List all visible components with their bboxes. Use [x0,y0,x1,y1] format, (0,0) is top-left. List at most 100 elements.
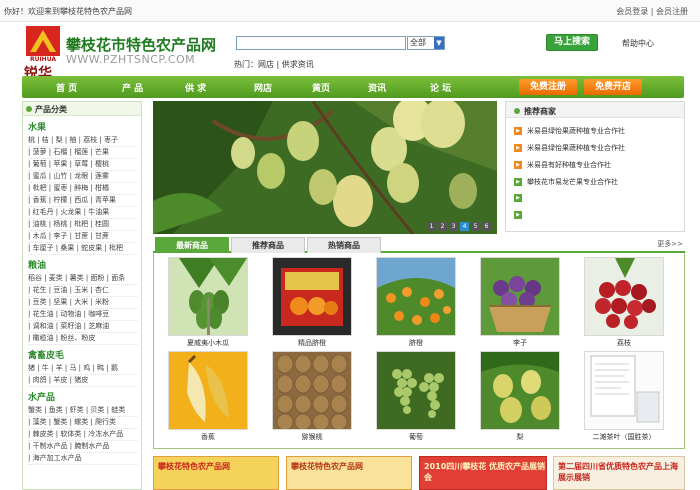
category-row[interactable]: | 菠萝 | 石榴 | 榴莲 | 芒果 [28,147,138,159]
tab-latest[interactable]: 最新商品 [155,237,229,253]
category-row[interactable]: | 花生 | 豆油 | 玉米 | 杏仁 [28,285,138,297]
sidebar-title: 产品分类 [35,105,67,114]
slide-dot-2[interactable]: 2 [438,222,447,231]
product-image[interactable] [376,257,456,336]
category-row[interactable]: | 橄榄油 | 粉丝、粉皮 [28,333,138,345]
category-row[interactable]: | 枇杷 | 蜜枣 | 醉梅 | 柑橘 [28,183,138,195]
product-image[interactable] [584,351,664,430]
search-select-value: 全部 [410,38,426,47]
orange-box-image [273,258,351,335]
slide-dot-4[interactable]: 4 [460,222,469,231]
category-heading-fruit[interactable]: 水果 [28,120,46,133]
product-image[interactable] [584,257,664,336]
slide-dot-5[interactable]: 5 [471,222,480,231]
tab-hot[interactable]: 热销商品 [307,237,381,253]
nav-forum[interactable]: 论 坛 [430,81,451,94]
category-row[interactable]: | 香蕉 | 柠檬 | 西瓜 | 青苹果 [28,195,138,207]
product-name[interactable]: 脐橙 [376,338,456,348]
site-url: WWW.PZHTSNCP.COM [66,53,196,66]
tab-recommended[interactable]: 推荐商品 [231,237,305,253]
product-image[interactable] [272,257,352,336]
rec-item[interactable]: ▶ 米易县有好种植专业合作社 [514,160,611,170]
rec-item[interactable]: ▶ 米易县绿怡果蔬种植专业合作社 [514,143,625,153]
category-row[interactable]: | 藻类 | 蟹类 | 螺类 | 爬行类 [28,417,138,429]
top-links: 会员登录 | 会员注册 [616,6,688,17]
search-input[interactable] [236,36,406,50]
rec-item[interactable]: ▶ 米易县绿怡果蔬种植专业合作社 [514,126,625,136]
product-image[interactable] [480,257,560,336]
nav-products[interactable]: 产 品 [122,81,143,94]
product-image[interactable] [376,351,456,430]
product-image[interactable] [480,351,560,430]
product-name[interactable]: 二滩茶叶（国胜茶） [584,432,664,442]
category-row[interactable]: | 车厘子 | 桑果 | 蛇皮果 | 枇杷 [28,243,138,255]
rec-item[interactable]: ▶ 攀枝花市易龙芒果专业合作社 [514,177,618,187]
nav-supply[interactable]: 供 求 [185,81,206,94]
register-link[interactable]: 会员注册 [656,7,688,16]
mango-tree-image [153,101,497,234]
category-row[interactable]: 蟹类 | 鱼类 | 虾类 | 贝类 | 蛙类 [28,405,138,417]
product-name[interactable]: 李子 [480,338,560,348]
search-button[interactable]: 马上搜索 [546,34,598,51]
rec-item[interactable]: ▶ [514,211,527,219]
top-bar: 你好！欢迎来到攀枝花特色农产品网 会员登录 | 会员注册 [0,0,700,22]
ad-banner[interactable]: 攀枝花特色农产品网 [153,456,279,490]
category-row[interactable]: | 木瓜 | 李子 | 甘蔗 | 甘蔗 [28,231,138,243]
ad-banner[interactable]: 第二届四川省优质特色农产品上海展示展销 [553,456,685,490]
category-row[interactable]: | 红毛丹 | 火龙果 | 牛油果 [28,207,138,219]
product-image[interactable] [272,351,352,430]
hot-link-shop[interactable]: 网店 [258,60,274,69]
product-name[interactable]: 葡萄 [376,432,456,442]
category-row[interactable]: | 海产加工水产品 [28,453,138,465]
banner-slideshow[interactable]: 123456 [153,101,497,234]
ad-banner[interactable]: 2010四川攀枝花 优质农产品展销会 [419,456,547,490]
category-row[interactable]: | 干制水产品 | 腌制水产品 [28,441,138,453]
category-heading-aquatic[interactable]: 水产品 [28,390,55,403]
help-center-link[interactable]: 帮助中心 [622,38,654,49]
search-category-select[interactable]: 全部 ▼ [407,36,445,50]
category-heading-livestock[interactable]: 禽畜皮毛 [28,348,64,361]
hot-link-supply[interactable]: 供求资讯 [282,60,314,69]
product-name[interactable]: 夏威夷小木瓜 [168,338,248,348]
slide-dot-1[interactable]: 1 [427,222,436,231]
category-row[interactable]: | 油桃 | 杨桃 | 枇杷 | 桂圆 [28,219,138,231]
ad-banner[interactable]: 攀枝花特色农产品网 [286,456,412,490]
more-link[interactable]: 更多>> [657,239,683,249]
category-row[interactable]: | 豆类 | 坚果 | 大米 | 米粉 [28,297,138,309]
chevron-down-icon: ▼ [434,37,444,49]
product-name[interactable]: 荔枝 [584,338,664,348]
category-row[interactable]: | 肉鸽 | 羊皮 | 猪皮 [28,375,138,387]
rec-item[interactable]: ▶ [514,194,527,202]
product-name[interactable]: 梨 [480,432,560,442]
category-row[interactable]: | 蜜瓜 | 山竹 | 龙眼 | 莲雾 [28,171,138,183]
product-name[interactable]: 精品脐橙 [272,338,352,348]
category-row[interactable]: 桃 | 桔 | 梨 | 柚 | 荔枝 | 枣子 [28,135,138,147]
category-row[interactable]: 猪 | 牛 | 羊 | 马 | 鸡 | 鸭 | 鹅 [28,363,138,375]
nav-yellowpages[interactable]: 黄页 [312,81,330,94]
category-row[interactable]: | 葡萄 | 苹果 | 草莓 | 樱桃 [28,159,138,171]
product-name[interactable]: 香蕉 [168,432,248,442]
sidebar-header: 产品分类 [23,102,141,116]
site-logo[interactable] [26,26,60,56]
hot-keywords: 热门：网店 | 供求资讯 [234,60,314,69]
list-bullet-icon: ▶ [514,178,522,186]
free-register-button[interactable]: 免费注册 [519,79,577,95]
free-open-shop-button[interactable]: 免费开店 [584,79,642,95]
product-image[interactable] [168,257,248,336]
slide-dot-3[interactable]: 3 [449,222,458,231]
login-link[interactable]: 会员登录 [616,7,648,16]
recommended-merchants: 推荐商家 ▶ 米易县绿怡果蔬种植专业合作社 ▶ 米易县绿怡果蔬种植专业合作社 ▶ 米易… [505,101,685,232]
product-name[interactable]: 猕猴桃 [272,432,352,442]
nav-shops[interactable]: 网店 [254,81,272,94]
slide-dot-6[interactable]: 6 [482,222,491,231]
category-row[interactable]: | 调和油 | 菜籽油 | 芝麻油 [28,321,138,333]
nav-home[interactable]: 首 页 [56,81,77,94]
category-row[interactable]: 稻谷 | 麦类 | 薯类 | 面粉 | 面条 [28,273,138,285]
bullet-icon [514,108,520,114]
nav-news[interactable]: 资讯 [368,81,386,94]
category-row[interactable]: | 花生油 | 动物油 | 咖啡豆 [28,309,138,321]
product-image[interactable] [168,351,248,430]
category-row[interactable]: | 棘皮类 | 软体类 | 冷冻水产品 [28,429,138,441]
category-heading-grain-oil[interactable]: 粮油 [28,258,46,271]
rec-item-label: 米易县绿怡果蔬种植专业合作社 [527,127,625,135]
